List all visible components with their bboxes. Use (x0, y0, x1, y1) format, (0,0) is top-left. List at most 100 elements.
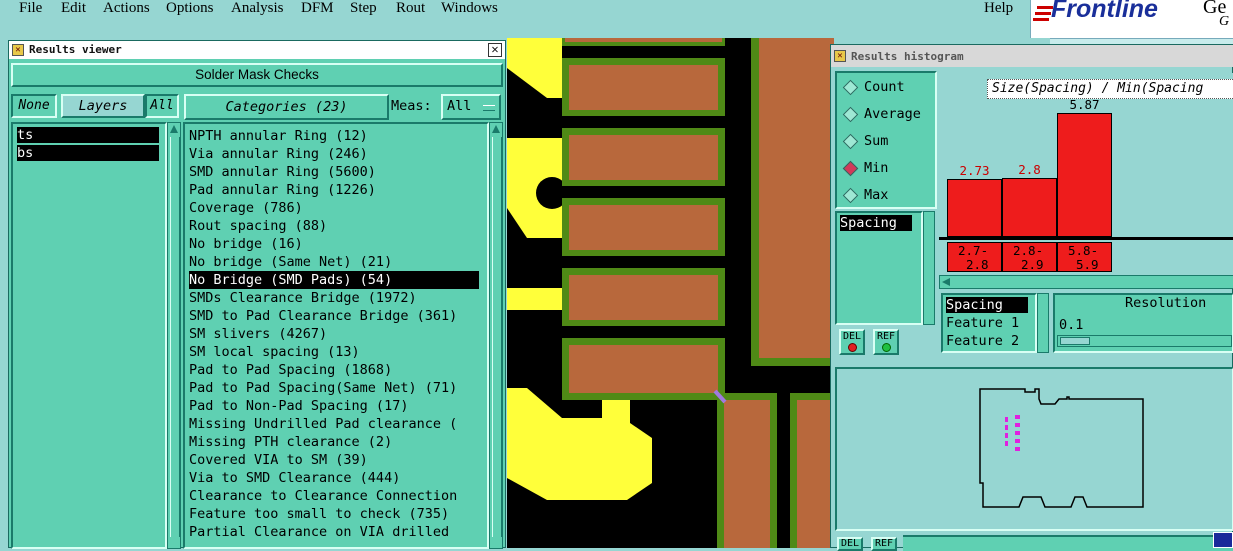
histogram-bar[interactable] (1057, 113, 1112, 237)
menu-rout[interactable]: Rout (396, 0, 425, 17)
category-item[interactable]: SM slivers (4267) (189, 325, 327, 343)
resolution-slider[interactable] (1057, 335, 1232, 347)
histogram-titlebar[interactable]: ✕ Results histogram (831, 45, 1233, 67)
menu-help[interactable]: Help (984, 0, 1013, 17)
category-item[interactable]: Pad to Non-Pad Spacing (17) (189, 397, 408, 415)
results-viewer-titlebar[interactable]: ✕ Results viewer ✕ (9, 41, 505, 59)
meas-label: Meas: (391, 98, 432, 114)
layer-item[interactable]: bs (17, 145, 159, 161)
bar-value-label: 5.87 (1069, 97, 1100, 112)
category-item[interactable]: SMDs Clearance Bridge (1972) (189, 289, 417, 307)
categories-button[interactable]: Categories (23) (184, 94, 389, 120)
category-item[interactable]: Missing PTH clearance (2) (189, 433, 392, 451)
category-item[interactable]: No bridge (Same Net) (21) (189, 253, 392, 271)
scroll-thumb[interactable] (170, 137, 180, 537)
category-item[interactable]: Pad to Pad Spacing(Same Net) (71) (189, 379, 457, 397)
mode-radio-group: Count Average Sum Min Max (835, 71, 937, 209)
ref-led-icon (881, 343, 891, 352)
category-item[interactable]: SMD annular Ring (5600) (189, 163, 376, 181)
menu-edit[interactable]: Edit (61, 0, 86, 17)
category-item[interactable]: NPTH annular Ring (12) (189, 127, 368, 145)
layers-scrollbar[interactable] (167, 122, 181, 549)
bar-range-cell[interactable]: 2.7- 2.8 (947, 242, 1002, 272)
category-item[interactable]: No bridge (16) (189, 235, 303, 253)
scroll-up-icon[interactable] (492, 125, 500, 133)
radio-average[interactable]: Average (842, 106, 921, 122)
meas-value: All (447, 98, 472, 114)
del-label: DEL (842, 331, 862, 342)
window-menu-icon[interactable]: ✕ (12, 44, 24, 56)
field-item[interactable]: Feature 2 (946, 333, 1019, 349)
logo-fragment-2: G (1219, 14, 1230, 29)
category-item[interactable]: Via annular Ring (246) (189, 145, 368, 163)
bar-range-cell[interactable]: 2.8- 2.9 (1002, 242, 1057, 272)
category-item[interactable]: Clearance to Clearance Connection (189, 487, 457, 505)
bar-range-cell[interactable]: 5.8- 5.9 (1057, 242, 1112, 272)
layer-item[interactable]: ts (17, 127, 159, 143)
solder-mask-checks-header[interactable]: Solder Mask Checks (11, 63, 503, 87)
histogram-bar[interactable] (947, 179, 1002, 237)
menu-file[interactable]: File (19, 0, 42, 17)
attribute-scrollbar[interactable] (923, 211, 935, 325)
frontline-logo: Frontline Ge G (1030, 0, 1233, 38)
radio-icon (842, 106, 859, 122)
field-item[interactable]: Spacing (946, 297, 1028, 313)
bottom-ref-button[interactable]: REF (871, 537, 897, 551)
menu-actions[interactable]: Actions (103, 0, 150, 17)
radio-sum[interactable]: Sum (842, 133, 889, 149)
histogram-bar[interactable] (1002, 178, 1057, 237)
category-item[interactable]: Covered VIA to SM (39) (189, 451, 368, 469)
ref-button[interactable]: REF (873, 329, 899, 355)
categories-scrollbar[interactable] (489, 122, 503, 549)
category-item[interactable]: Pad annular Ring (1226) (189, 181, 376, 199)
scroll-thumb[interactable] (492, 137, 502, 537)
category-item[interactable]: SMD to Pad Clearance Bridge (361) (189, 307, 457, 325)
radio-selected-icon (842, 160, 859, 176)
layers-button[interactable]: Layers (61, 94, 145, 118)
bar-range-low: 5.8- (1068, 243, 1099, 258)
close-icon[interactable]: ✕ (488, 43, 502, 57)
category-item[interactable]: Rout spacing (88) (189, 217, 327, 235)
window-menu-icon[interactable]: ✕ (834, 50, 846, 62)
scroll-left-icon[interactable] (942, 278, 950, 286)
category-item[interactable]: Partial Clearance on VIA drilled (189, 523, 449, 541)
radio-max[interactable]: Max (842, 187, 888, 203)
smd-pads (562, 38, 725, 400)
categories-list[interactable]: NPTH annular Ring (12) Via annular Ring (… (183, 122, 489, 549)
category-item[interactable]: SM local spacing (13) (189, 343, 360, 361)
menu-dfm[interactable]: DFM (301, 0, 334, 17)
radio-min[interactable]: Min (842, 160, 888, 176)
category-item[interactable]: Pad to Pad Spacing (1868) (189, 361, 392, 379)
field-item[interactable]: Feature 1 (946, 315, 1019, 331)
all-layers-button[interactable]: All (145, 94, 179, 118)
radio-count[interactable]: Count (842, 79, 905, 95)
category-item[interactable]: Coverage (786) (189, 199, 303, 217)
radio-label: Sum (864, 133, 889, 149)
corner-button[interactable] (1213, 532, 1233, 548)
fields-list[interactable]: Spacing Feature 1 Feature 2 (941, 293, 1037, 353)
menu-windows[interactable]: Windows (441, 0, 498, 17)
menu-step[interactable]: Step (350, 0, 377, 17)
del-button[interactable]: DEL (839, 329, 865, 355)
bar-range-low: 2.7- (958, 243, 989, 258)
category-item[interactable]: Via to SMD Clearance (444) (189, 469, 400, 487)
attribute-item[interactable]: Spacing (840, 215, 912, 231)
meas-dropdown[interactable]: All (441, 94, 501, 120)
del-led-icon (847, 343, 857, 352)
category-item[interactable]: Feature too small to check (735) (189, 505, 449, 523)
board-thumbnail[interactable] (835, 367, 1233, 531)
attribute-list[interactable]: Spacing (835, 211, 923, 325)
logo-text: Frontline (1051, 0, 1158, 23)
layers-list[interactable]: ts bs (11, 122, 167, 549)
menu-analysis[interactable]: Analysis (231, 0, 284, 17)
category-item[interactable]: Missing Undrilled Pad clearance ( (189, 415, 457, 433)
slider-thumb[interactable] (1060, 337, 1090, 345)
menu-options[interactable]: Options (166, 0, 214, 17)
pcb-canvas[interactable] (507, 38, 834, 548)
bottom-del-button[interactable]: DEL (837, 537, 863, 551)
chart-hscrollbar[interactable] (939, 275, 1233, 289)
fields-scrollbar[interactable] (1037, 293, 1049, 353)
category-item[interactable]: No Bridge (SMD Pads) (54) (189, 271, 479, 289)
scroll-up-icon[interactable] (170, 125, 178, 133)
none-button[interactable]: None (11, 94, 57, 118)
